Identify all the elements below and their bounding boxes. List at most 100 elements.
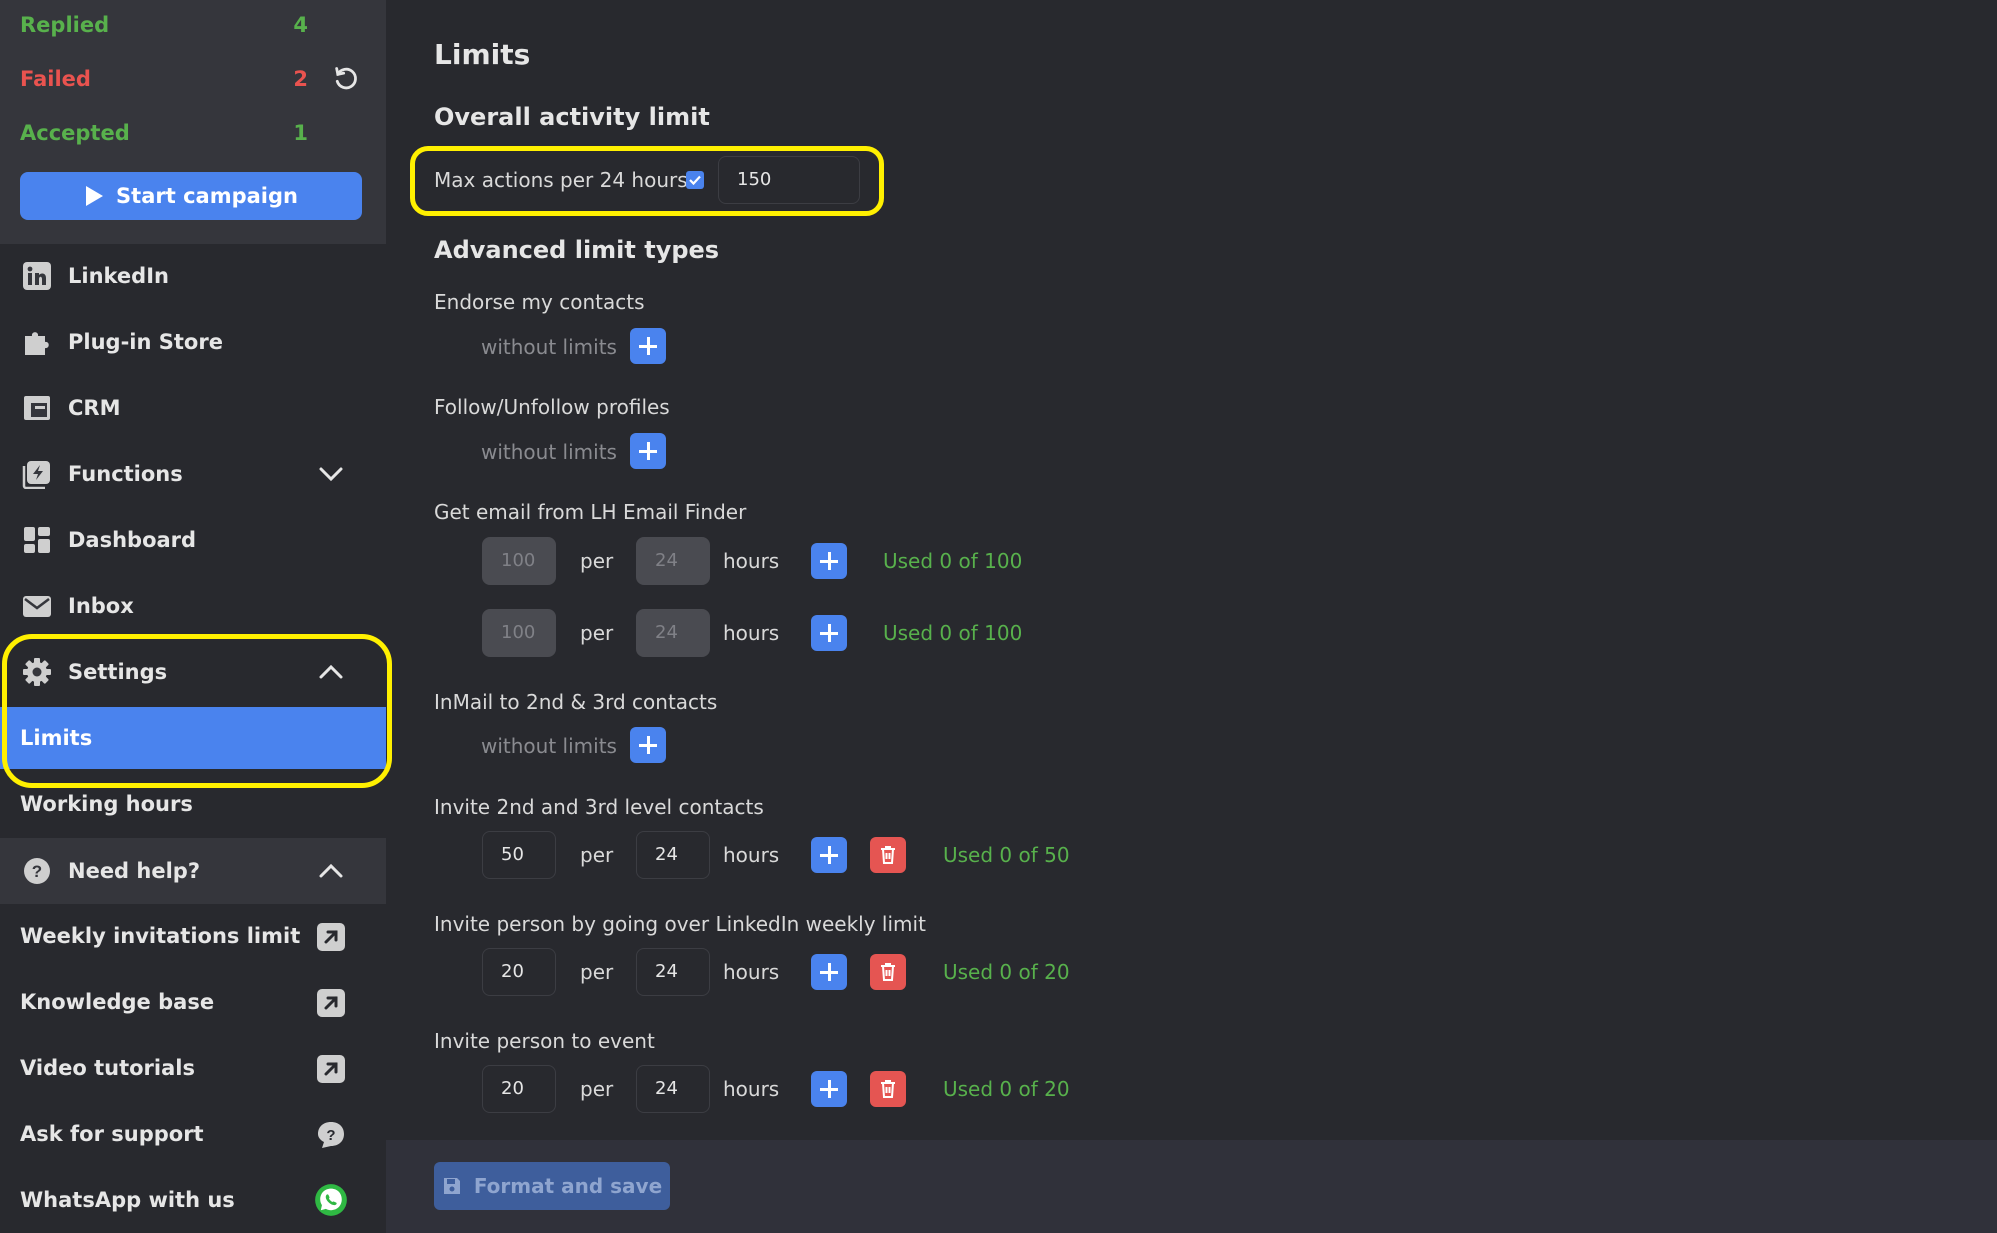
help-item-label: WhatsApp with us — [20, 1188, 235, 1212]
hours-text: hours — [723, 621, 780, 645]
per-text: per — [580, 843, 614, 867]
per-text: per — [580, 1077, 614, 1101]
external-link-icon — [317, 989, 345, 1017]
nav-label: CRM — [68, 396, 121, 420]
add-limit-button[interactable] — [811, 837, 847, 873]
highlight-annotation — [410, 146, 884, 216]
delete-limit-button[interactable] — [870, 954, 906, 990]
nav-label: LinkedIn — [68, 264, 169, 288]
stat-count: 1 — [293, 121, 308, 145]
limit-hours-input[interactable]: 24 — [636, 1065, 710, 1113]
help-item-knowledge-base[interactable]: Knowledge base — [0, 971, 386, 1033]
limit-label: Get email from LH Email Finder — [434, 500, 747, 524]
add-limit-button[interactable] — [811, 543, 847, 579]
limit-count-input[interactable]: 50 — [482, 831, 556, 879]
functions-icon — [22, 461, 50, 489]
hours-text: hours — [723, 843, 780, 867]
limit-label: Invite person to event — [434, 1029, 655, 1053]
stat-count: 4 — [293, 13, 308, 37]
page-title: Limits — [434, 38, 531, 71]
nav-item-linkedin[interactable]: LinkedIn — [0, 245, 386, 307]
add-limit-button[interactable] — [811, 615, 847, 651]
play-icon — [86, 186, 104, 206]
add-limit-button[interactable] — [630, 433, 666, 469]
sidebar: Replied 4 Failed 2 Accepted 1 Start camp… — [0, 0, 392, 1233]
trash-icon — [881, 963, 895, 981]
limit-label: Invite person by going over LinkedIn wee… — [434, 912, 926, 936]
nav-item-crm[interactable]: CRM — [0, 377, 386, 439]
save-label: Format and save — [473, 1174, 663, 1198]
limit-hours-input[interactable]: 24 — [636, 537, 710, 585]
overall-limit-heading: Overall activity limit — [434, 103, 710, 131]
add-limit-button[interactable] — [811, 954, 847, 990]
puzzle-icon — [25, 332, 49, 355]
format-and-save-button[interactable]: Format and save — [434, 1162, 670, 1210]
without-limits-text: without limits — [481, 335, 617, 359]
usage-text: Used 0 of 100 — [883, 549, 1023, 573]
stat-failed[interactable]: Failed 2 — [20, 59, 360, 99]
stat-label: Replied — [20, 13, 110, 37]
footer-bar: Format and save — [386, 1140, 1997, 1233]
nav-item-plugin-store[interactable]: Plug-in Store — [0, 311, 386, 373]
add-limit-button[interactable] — [630, 727, 666, 763]
save-icon — [443, 1178, 460, 1194]
stat-replied[interactable]: Replied 4 — [20, 5, 360, 45]
limit-count-input[interactable]: 100 — [482, 609, 556, 657]
per-text: per — [580, 549, 614, 573]
nav-label: Dashboard — [68, 528, 197, 552]
limit-count-input[interactable]: 20 — [482, 1065, 556, 1113]
delete-limit-button[interactable] — [870, 837, 906, 873]
hours-text: hours — [723, 1077, 780, 1101]
crm-icon — [24, 396, 50, 420]
dashboard-icon — [24, 527, 50, 553]
limit-label: Invite 2nd and 3rd level contacts — [434, 795, 764, 819]
limit-hours-input[interactable]: 24 — [636, 831, 710, 879]
sub-item-label: Working hours — [20, 792, 193, 816]
need-help-header[interactable]: ? Need help? — [0, 840, 386, 902]
usage-text: Used 0 of 50 — [943, 843, 1070, 867]
without-limits-text: without limits — [481, 440, 617, 464]
trash-icon — [881, 846, 895, 864]
add-limit-button[interactable] — [811, 1071, 847, 1107]
stat-label: Accepted — [20, 121, 130, 145]
help-item-label: Weekly invitations limit — [20, 924, 301, 948]
chevron-down-icon — [319, 467, 343, 482]
limit-hours-input[interactable]: 24 — [636, 609, 710, 657]
nav-item-functions[interactable]: Functions — [0, 443, 386, 505]
hours-text: hours — [723, 549, 780, 573]
help-item-label: Ask for support — [20, 1122, 204, 1146]
mail-icon — [23, 596, 51, 617]
linkedin-icon — [23, 262, 51, 290]
external-link-icon — [317, 923, 345, 951]
delete-limit-button[interactable] — [870, 1071, 906, 1107]
start-campaign-button[interactable]: Start campaign — [20, 172, 362, 220]
per-text: per — [580, 621, 614, 645]
whatsapp-icon — [315, 1184, 347, 1216]
help-item-label: Knowledge base — [20, 990, 215, 1014]
svg-text:?: ? — [326, 1127, 335, 1144]
nav-item-inbox[interactable]: Inbox — [0, 575, 386, 637]
advanced-limits-heading: Advanced limit types — [434, 236, 720, 264]
usage-text: Used 0 of 100 — [883, 621, 1023, 645]
without-limits-text: without limits — [481, 734, 617, 758]
help-item-whatsapp[interactable]: WhatsApp with us — [0, 1169, 386, 1231]
chevron-up-icon — [319, 863, 343, 878]
limit-count-input[interactable]: 20 — [482, 948, 556, 996]
nav-item-dashboard[interactable]: Dashboard — [0, 509, 386, 571]
stat-count: 2 — [293, 67, 308, 91]
help-item-ask-support[interactable]: Ask for support ? — [0, 1103, 386, 1165]
add-limit-button[interactable] — [630, 328, 666, 364]
limit-label: Endorse my contacts — [434, 290, 645, 314]
stat-accepted[interactable]: Accepted 1 — [20, 113, 360, 153]
stat-label: Failed — [20, 67, 91, 91]
start-campaign-label: Start campaign — [116, 184, 298, 208]
nav-label: Inbox — [68, 594, 134, 618]
help-item-weekly-invitations[interactable]: Weekly invitations limit — [0, 905, 386, 967]
limit-count-input[interactable]: 100 — [482, 537, 556, 585]
retry-icon[interactable] — [332, 65, 360, 93]
help-item-label: Video tutorials — [20, 1056, 195, 1080]
limit-hours-input[interactable]: 24 — [636, 948, 710, 996]
help-item-video-tutorials[interactable]: Video tutorials — [0, 1037, 386, 1099]
main-content: Limits Overall activity limit Max action… — [386, 0, 1997, 1140]
svg-text:?: ? — [32, 862, 42, 881]
